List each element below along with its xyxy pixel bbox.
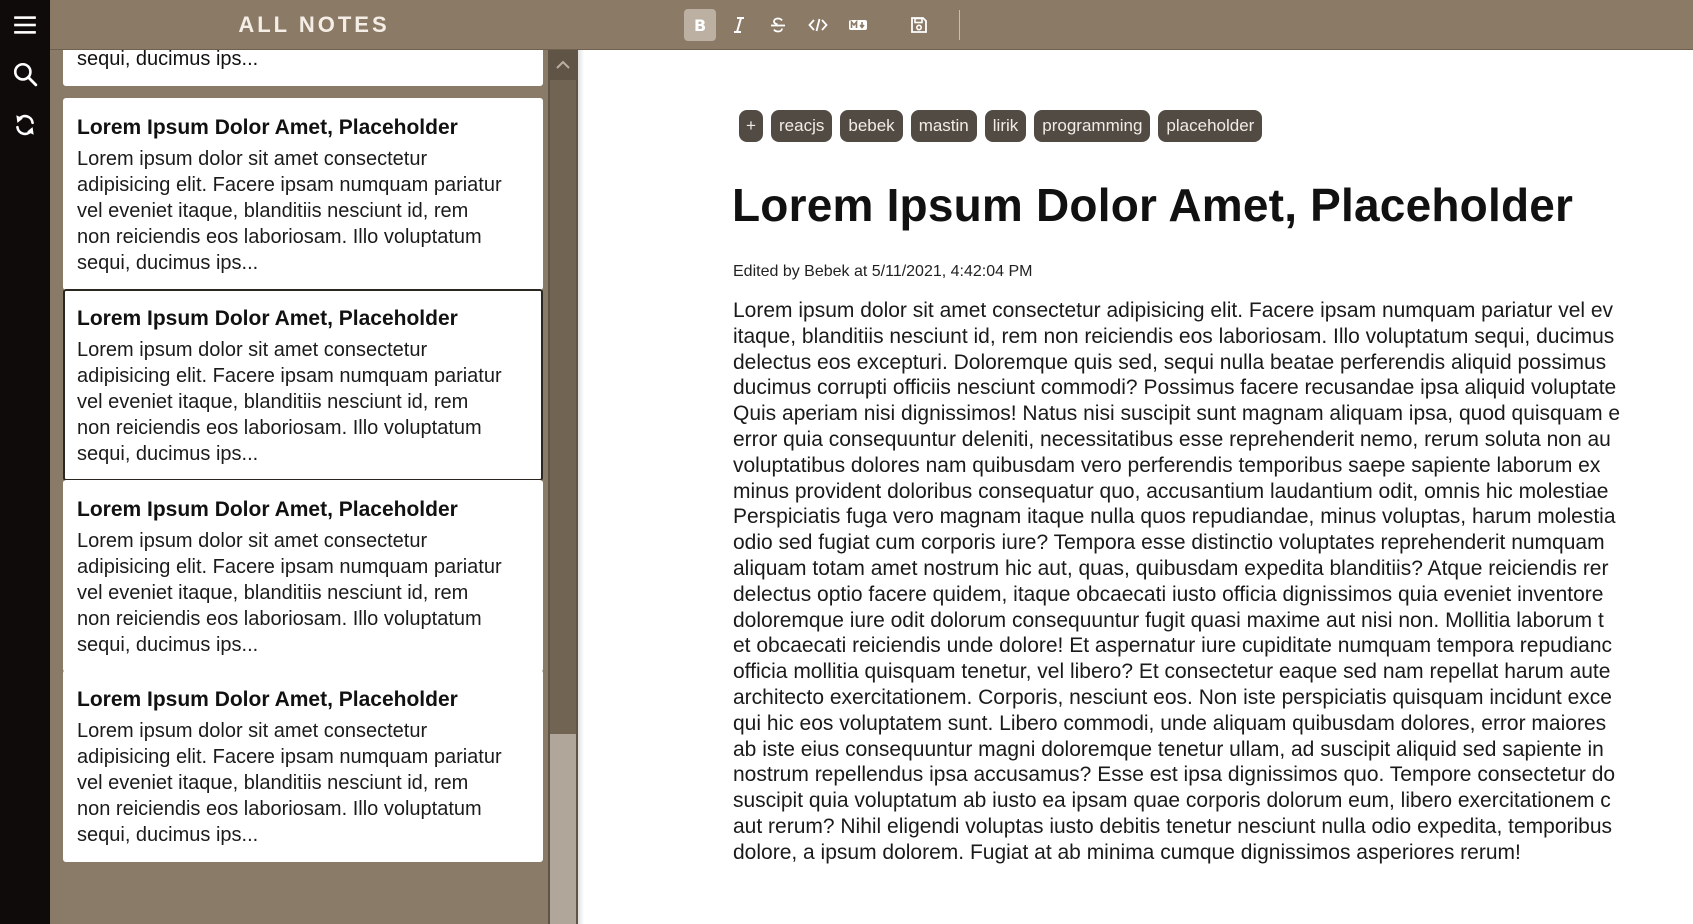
scroll-up-button[interactable] — [548, 50, 578, 80]
note-body-line: suscipit quia voluptatum ab iusto ea ips… — [733, 789, 1611, 813]
markdown-button[interactable] — [842, 9, 874, 41]
notes-list-title: ALL NOTES — [238, 11, 390, 37]
note-body-line: odio sed fugiat cum corporis iure? Tempo… — [733, 531, 1605, 555]
excerpt-line: sequi, ducimus ips... — [77, 252, 259, 274]
note-body-line: aut rerum? Nihil eligendi voluptas iusto… — [733, 814, 1613, 838]
tag-chip[interactable]: lirik — [984, 110, 1027, 142]
notes-list-scrollbar[interactable] — [548, 50, 578, 924]
excerpt-line: adipisicing elit. Facere ipsam numquam p… — [77, 556, 502, 578]
note-card-excerpt: Lorem ipsum dolor sit amet consectetur a… — [77, 718, 529, 848]
save-icon — [911, 17, 927, 33]
note-body-line: dolore, a ipsum dolorem. Fugiat at ab mi… — [733, 840, 1521, 864]
excerpt-line: vel eveniet itaque, blanditiis nesciunt … — [77, 200, 469, 222]
excerpt-line: adipisicing elit. Facere ipsam numquam p… — [77, 365, 502, 387]
note-body-line: Perspiciatis fuga vero magnam itaque nul… — [733, 505, 1616, 529]
strikethrough-button[interactable] — [762, 9, 794, 41]
excerpt-line: non reiciendis eos laboriosam. Illo volu… — [77, 798, 482, 820]
excerpt-line: Lorem ipsum dolor sit amet consectetur — [77, 720, 428, 742]
note-card-excerpt: Lorem ipsum dolor sit amet consectetur a… — [77, 528, 529, 658]
note-meta: Edited by Bebek at 5/11/2021, 4:42:04 PM — [733, 263, 1033, 280]
note-body-line: Lorem ipsum dolor sit amet consectetur a… — [733, 299, 1614, 322]
note-body-line: doloremque iure odit dolorum consequuntu… — [733, 608, 1604, 632]
note-body-line: Quis aperiam nisi dignissimos! Natus nis… — [733, 402, 1621, 426]
note-body-line: itaque, blanditiis nesciunt id, rem non … — [733, 324, 1615, 348]
excerpt-line: adipisicing elit. Facere ipsam numquam p… — [77, 746, 502, 768]
sync-icon — [16, 114, 34, 136]
tag-chip[interactable]: placeholder — [1158, 110, 1263, 142]
note-card-title: Lorem Ipsum Dolor Amet, Placeholder — [77, 116, 458, 139]
markdown-icon — [849, 19, 867, 30]
note-card[interactable]: Lorem Ipsum Dolor Amet, Placeholder Lore… — [63, 480, 543, 672]
save-button[interactable] — [903, 9, 935, 41]
toolbar-separator — [959, 10, 960, 40]
code-icon — [808, 18, 828, 32]
menu-button[interactable] — [10, 10, 40, 40]
note-body-line: voluptatibus dolores nam quibusdam vero … — [733, 453, 1601, 477]
note-card-title: Lorem Ipsum Dolor Amet, Placeholder — [77, 498, 458, 521]
italic-icon — [734, 17, 744, 33]
icon-rail — [0, 0, 50, 924]
svg-text:B: B — [694, 16, 706, 35]
excerpt-line: vel eveniet itaque, blanditiis nesciunt … — [77, 582, 469, 604]
search-button[interactable] — [10, 59, 40, 89]
bold-icon: B — [694, 16, 706, 35]
note-card-title: Lorem Ipsum Dolor Amet, Placeholder — [77, 688, 458, 711]
excerpt-line: adipisicing elit. Facere ipsam numquam p… — [77, 174, 502, 196]
excerpt-line: sequi, ducimus ips... — [77, 443, 259, 465]
excerpt-line: vel eveniet itaque, blanditiis nesciunt … — [77, 391, 469, 413]
note-body-line: delectus optio facere quidem, itaque obc… — [733, 582, 1604, 606]
excerpt-line: sequi, ducimus ips... — [77, 634, 259, 656]
editor-toolbar: B — [578, 0, 1693, 50]
excerpt-line: sequi, ducimus ips... — [77, 824, 259, 846]
note-body-line: architecto exercitationem. Corporis, nes… — [733, 685, 1612, 709]
excerpt-line: Lorem ipsum dolor sit amet consectetur — [77, 148, 428, 170]
tag-list: + reacjs bebek mastin lirik programming … — [739, 110, 1263, 142]
search-icon — [13, 62, 38, 87]
sync-button[interactable] — [10, 110, 40, 140]
tag-chip[interactable]: mastin — [910, 110, 977, 142]
chevron-up-icon — [556, 60, 570, 69]
excerpt-line: vel eveniet itaque, blanditiis nesciunt … — [77, 772, 469, 794]
note-card-excerpt: Lorem ipsum dolor sit amet consectetur a… — [77, 146, 529, 276]
note-body-line: ab iste eius consequuntur magni doloremq… — [733, 737, 1604, 761]
code-button[interactable] — [802, 9, 834, 41]
tag-chip[interactable]: programming — [1034, 110, 1151, 142]
excerpt-line: non reiciendis eos laboriosam. Illo volu… — [77, 226, 482, 248]
note-card-selected[interactable]: Lorem Ipsum Dolor Amet, Placeholder Lore… — [63, 289, 543, 481]
note-body-line: minus provident doloribus consequatur qu… — [733, 479, 1609, 503]
excerpt-line: Lorem ipsum dolor sit amet consectetur — [77, 339, 428, 361]
note-body-line: qui hic eos voluptatem sunt. Libero comm… — [733, 711, 1607, 735]
add-tag-button[interactable]: + — [739, 110, 763, 142]
note-body-line: delectus eos excepturi. Doloremque quis … — [733, 350, 1607, 374]
tag-chip[interactable]: bebek — [840, 110, 903, 142]
notes-list-panel: sequi, ducimus ips... Lorem Ipsum Dolor … — [50, 0, 578, 924]
excerpt-line: non reiciendis eos laboriosam. Illo volu… — [77, 417, 482, 439]
note-body-line: ducimus corrupti officiis nesciunt commo… — [733, 376, 1617, 400]
note-body-line: nostrum repellendus ipsa accusamus? Esse… — [733, 763, 1616, 787]
excerpt-line: non reiciendis eos laboriosam. Illo volu… — [77, 608, 482, 630]
note-editor[interactable]: + reacjs bebek mastin lirik programming … — [584, 50, 1693, 924]
note-card-title: Lorem Ipsum Dolor Amet, Placeholder — [77, 307, 458, 330]
note-card[interactable]: Lorem Ipsum Dolor Amet, Placeholder Lore… — [63, 670, 543, 862]
notes-list-header: ALL NOTES — [50, 0, 578, 50]
excerpt-line: Lorem ipsum dolor sit amet consectetur — [77, 530, 428, 552]
note-body-line: error quia consequuntur deleniti, necess… — [733, 427, 1611, 451]
note-body-line: officia mollitia quisquam tenetur, vel l… — [733, 660, 1611, 684]
note-body-line: et obcaecati reiciendis unde dolore! Et … — [733, 634, 1613, 658]
note-card[interactable]: Lorem Ipsum Dolor Amet, Placeholder Lore… — [63, 98, 543, 290]
note-card-excerpt: Lorem ipsum dolor sit amet consectetur a… — [77, 337, 529, 467]
menu-icon — [14, 16, 36, 34]
tag-chip[interactable]: reacjs — [771, 110, 833, 142]
note-body-line: aliquam totam amet nostrum hic aut, quas… — [733, 556, 1609, 580]
strikethrough-icon — [771, 17, 785, 33]
bold-button[interactable]: B — [684, 9, 716, 41]
scroll-thumb[interactable] — [550, 734, 576, 924]
italic-button[interactable] — [723, 9, 755, 41]
note-title[interactable]: Lorem Ipsum Dolor Amet, Placeholder — [732, 178, 1573, 232]
note-body[interactable]: Lorem ipsum dolor sit amet consectetur a… — [733, 298, 1693, 866]
